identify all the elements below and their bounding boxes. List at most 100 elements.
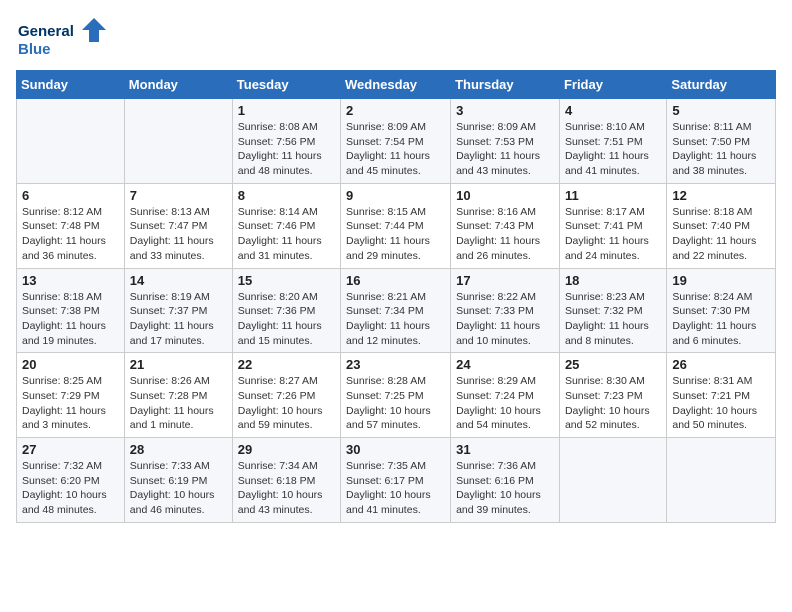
calendar-cell: 15Sunrise: 8:20 AMSunset: 7:36 PMDayligh… bbox=[232, 268, 340, 353]
day-number: 30 bbox=[346, 442, 445, 457]
calendar-cell: 28 Sunrise: 7:33 AMSunset: 6:19 PMDayligh… bbox=[124, 438, 232, 523]
calendar-cell: 31 Sunrise: 7:36 AMSunset: 6:16 PMDayligh… bbox=[451, 438, 560, 523]
calendar-cell: 7 Sunrise: 8:13 AMSunset: 7:47 PMDaylight… bbox=[124, 183, 232, 268]
day-info: Sunrise: 7:34 AMSunset: 6:18 PMDaylight:… bbox=[238, 459, 335, 518]
calendar-cell: 5Sunrise: 8:11 AMSunset: 7:50 PMDaylight… bbox=[667, 99, 776, 184]
calendar-cell: 21 Sunrise: 8:26 AMSunset: 7:28 PMDayligh… bbox=[124, 353, 232, 438]
day-info: Sunrise: 8:12 AMSunset: 7:48 PMDaylight:… bbox=[22, 205, 119, 264]
calendar-cell: 6 Sunrise: 8:12 AMSunset: 7:48 PMDaylight… bbox=[17, 183, 125, 268]
day-info: Sunrise: 8:09 AMSunset: 7:54 PMDaylight:… bbox=[346, 120, 445, 179]
day-info: Sunrise: 8:24 AMSunset: 7:30 PMDaylight:… bbox=[672, 290, 770, 349]
column-header-friday: Friday bbox=[559, 71, 666, 99]
svg-text:General: General bbox=[18, 23, 74, 40]
day-number: 31 bbox=[456, 442, 554, 457]
column-header-sunday: Sunday bbox=[17, 71, 125, 99]
calendar-cell: 29 Sunrise: 7:34 AMSunset: 6:18 PMDayligh… bbox=[232, 438, 340, 523]
day-info: Sunrise: 8:16 AMSunset: 7:43 PMDaylight:… bbox=[456, 205, 554, 264]
column-header-tuesday: Tuesday bbox=[232, 71, 340, 99]
day-number: 3 bbox=[456, 103, 554, 118]
day-info: Sunrise: 8:13 AMSunset: 7:47 PMDaylight:… bbox=[130, 205, 227, 264]
day-info: Sunrise: 8:31 AMSunset: 7:21 PMDaylight:… bbox=[672, 374, 770, 433]
calendar-cell: 18 Sunrise: 8:23 AMSunset: 7:32 PMDayligh… bbox=[559, 268, 666, 353]
day-number: 6 bbox=[22, 188, 119, 203]
svg-text:Blue: Blue bbox=[18, 41, 51, 58]
day-info: Sunrise: 8:15 AMSunset: 7:44 PMDaylight:… bbox=[346, 205, 445, 264]
calendar-cell: 4 Sunrise: 8:10 AMSunset: 7:51 PMDaylight… bbox=[559, 99, 666, 184]
column-header-wednesday: Wednesday bbox=[341, 71, 451, 99]
day-number: 23 bbox=[346, 357, 445, 372]
calendar-week-row: 20 Sunrise: 8:25 AMSunset: 7:29 PMDayligh… bbox=[17, 353, 776, 438]
day-number: 29 bbox=[238, 442, 335, 457]
calendar-cell: 20 Sunrise: 8:25 AMSunset: 7:29 PMDayligh… bbox=[17, 353, 125, 438]
day-number: 20 bbox=[22, 357, 119, 372]
calendar-cell: 30 Sunrise: 7:35 AMSunset: 6:17 PMDayligh… bbox=[341, 438, 451, 523]
calendar-cell: 11 Sunrise: 8:17 AMSunset: 7:41 PMDayligh… bbox=[559, 183, 666, 268]
day-number: 24 bbox=[456, 357, 554, 372]
day-number: 28 bbox=[130, 442, 227, 457]
day-info: Sunrise: 8:23 AMSunset: 7:32 PMDaylight:… bbox=[565, 290, 661, 349]
day-info: Sunrise: 8:21 AMSunset: 7:34 PMDaylight:… bbox=[346, 290, 445, 349]
day-info: Sunrise: 8:22 AMSunset: 7:33 PMDaylight:… bbox=[456, 290, 554, 349]
day-number: 11 bbox=[565, 188, 661, 203]
day-number: 22 bbox=[238, 357, 335, 372]
calendar-table: SundayMondayTuesdayWednesdayThursdayFrid… bbox=[16, 70, 776, 523]
day-info: Sunrise: 8:18 AMSunset: 7:40 PMDaylight:… bbox=[672, 205, 770, 264]
day-info: Sunrise: 8:14 AMSunset: 7:46 PMDaylight:… bbox=[238, 205, 335, 264]
day-info: Sunrise: 8:08 AMSunset: 7:56 PMDaylight:… bbox=[238, 120, 335, 179]
day-number: 16 bbox=[346, 273, 445, 288]
day-number: 17 bbox=[456, 273, 554, 288]
day-number: 1 bbox=[238, 103, 335, 118]
day-info: Sunrise: 7:33 AMSunset: 6:19 PMDaylight:… bbox=[130, 459, 227, 518]
day-number: 4 bbox=[565, 103, 661, 118]
day-info: Sunrise: 7:32 AMSunset: 6:20 PMDaylight:… bbox=[22, 459, 119, 518]
day-info: Sunrise: 8:27 AMSunset: 7:26 PMDaylight:… bbox=[238, 374, 335, 433]
column-header-thursday: Thursday bbox=[451, 71, 560, 99]
calendar-cell: 12 Sunrise: 8:18 AMSunset: 7:40 PMDayligh… bbox=[667, 183, 776, 268]
calendar-header-row: SundayMondayTuesdayWednesdayThursdayFrid… bbox=[17, 71, 776, 99]
day-info: Sunrise: 7:35 AMSunset: 6:17 PMDaylight:… bbox=[346, 459, 445, 518]
day-number: 12 bbox=[672, 188, 770, 203]
day-info: Sunrise: 8:17 AMSunset: 7:41 PMDaylight:… bbox=[565, 205, 661, 264]
calendar-week-row: 6 Sunrise: 8:12 AMSunset: 7:48 PMDaylight… bbox=[17, 183, 776, 268]
day-number: 13 bbox=[22, 273, 119, 288]
calendar-cell: 19 Sunrise: 8:24 AMSunset: 7:30 PMDayligh… bbox=[667, 268, 776, 353]
column-header-monday: Monday bbox=[124, 71, 232, 99]
calendar-cell: 22 Sunrise: 8:27 AMSunset: 7:26 PMDayligh… bbox=[232, 353, 340, 438]
day-info: Sunrise: 8:25 AMSunset: 7:29 PMDaylight:… bbox=[22, 374, 119, 433]
day-info: Sunrise: 8:26 AMSunset: 7:28 PMDaylight:… bbox=[130, 374, 227, 433]
calendar-cell: 1 Sunrise: 8:08 AMSunset: 7:56 PMDaylight… bbox=[232, 99, 340, 184]
day-number: 9 bbox=[346, 188, 445, 203]
day-info: Sunrise: 8:28 AMSunset: 7:25 PMDaylight:… bbox=[346, 374, 445, 433]
logo: General Blue bbox=[16, 16, 106, 60]
calendar-cell: 14 Sunrise: 8:19 AMSunset: 7:37 PMDayligh… bbox=[124, 268, 232, 353]
day-number: 27 bbox=[22, 442, 119, 457]
day-number: 25 bbox=[565, 357, 661, 372]
column-header-saturday: Saturday bbox=[667, 71, 776, 99]
day-number: 15 bbox=[238, 273, 335, 288]
calendar-week-row: 13 Sunrise: 8:18 AMSunset: 7:38 PMDayligh… bbox=[17, 268, 776, 353]
calendar-cell: 16 Sunrise: 8:21 AMSunset: 7:34 PMDayligh… bbox=[341, 268, 451, 353]
calendar-cell: 17 Sunrise: 8:22 AMSunset: 7:33 PMDayligh… bbox=[451, 268, 560, 353]
day-info: Sunrise: 8:18 AMSunset: 7:38 PMDaylight:… bbox=[22, 290, 119, 349]
calendar-cell: 8Sunrise: 8:14 AMSunset: 7:46 PMDaylight… bbox=[232, 183, 340, 268]
day-info: Sunrise: 7:36 AMSunset: 6:16 PMDaylight:… bbox=[456, 459, 554, 518]
calendar-cell bbox=[667, 438, 776, 523]
day-info: Sunrise: 8:29 AMSunset: 7:24 PMDaylight:… bbox=[456, 374, 554, 433]
calendar-cell: 27 Sunrise: 7:32 AMSunset: 6:20 PMDayligh… bbox=[17, 438, 125, 523]
calendar-cell: 9 Sunrise: 8:15 AMSunset: 7:44 PMDaylight… bbox=[341, 183, 451, 268]
day-info: Sunrise: 8:30 AMSunset: 7:23 PMDaylight:… bbox=[565, 374, 661, 433]
day-number: 14 bbox=[130, 273, 227, 288]
calendar-cell: 13 Sunrise: 8:18 AMSunset: 7:38 PMDayligh… bbox=[17, 268, 125, 353]
day-info: Sunrise: 8:19 AMSunset: 7:37 PMDaylight:… bbox=[130, 290, 227, 349]
calendar-week-row: 1 Sunrise: 8:08 AMSunset: 7:56 PMDaylight… bbox=[17, 99, 776, 184]
calendar-cell bbox=[17, 99, 125, 184]
day-number: 10 bbox=[456, 188, 554, 203]
day-number: 21 bbox=[130, 357, 227, 372]
day-number: 19 bbox=[672, 273, 770, 288]
calendar-cell: 2Sunrise: 8:09 AMSunset: 7:54 PMDaylight… bbox=[341, 99, 451, 184]
day-info: Sunrise: 8:10 AMSunset: 7:51 PMDaylight:… bbox=[565, 120, 661, 179]
calendar-week-row: 27 Sunrise: 7:32 AMSunset: 6:20 PMDayligh… bbox=[17, 438, 776, 523]
calendar-cell: 10 Sunrise: 8:16 AMSunset: 7:43 PMDayligh… bbox=[451, 183, 560, 268]
day-number: 7 bbox=[130, 188, 227, 203]
day-number: 18 bbox=[565, 273, 661, 288]
